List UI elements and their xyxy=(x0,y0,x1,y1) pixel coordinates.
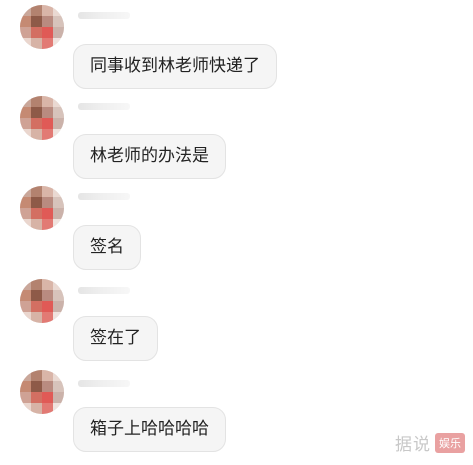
message-text: 林老师的办法是 xyxy=(90,146,209,166)
message-bubble[interactable]: 签在了 xyxy=(73,316,158,361)
message-text: 箱子上哈哈哈哈 xyxy=(90,419,209,439)
message-bubble[interactable]: 箱子上哈哈哈哈 xyxy=(73,407,226,452)
message-text: 签名 xyxy=(90,237,124,257)
sender-name-blurred xyxy=(78,287,130,294)
chat-message-list: 同事收到林老师快递了 林老师的办法是 签名 签在了 箱子上哈哈哈哈 xyxy=(0,0,473,465)
sender-name-blurred xyxy=(78,103,130,110)
watermark-badge: 娱乐 xyxy=(435,432,465,453)
message-bubble[interactable]: 同事收到林老师快递了 xyxy=(73,44,277,89)
message-text: 同事收到林老师快递了 xyxy=(90,56,260,76)
avatar[interactable] xyxy=(20,186,64,230)
avatar[interactable] xyxy=(20,5,64,49)
message-text: 签在了 xyxy=(90,328,141,348)
message-bubble[interactable]: 签名 xyxy=(73,225,141,270)
sender-name-blurred xyxy=(78,12,130,19)
watermark: 据说 娱乐 xyxy=(395,430,465,455)
avatar[interactable] xyxy=(20,96,64,140)
watermark-text: 据说 xyxy=(395,435,431,455)
avatar[interactable] xyxy=(20,370,64,414)
sender-name-blurred xyxy=(78,380,130,387)
message-bubble[interactable]: 林老师的办法是 xyxy=(73,134,226,179)
avatar[interactable] xyxy=(20,279,64,323)
sender-name-blurred xyxy=(78,193,130,200)
